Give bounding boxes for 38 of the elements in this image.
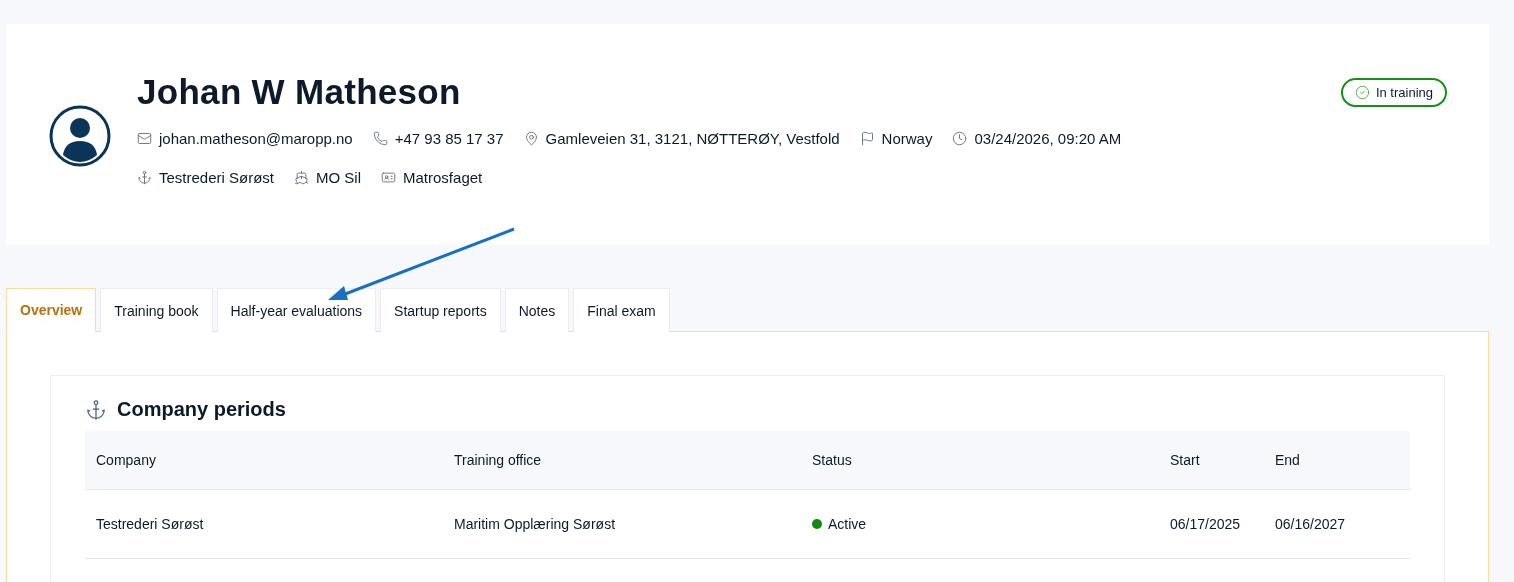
table-cell: Testrederi Sørøst <box>85 490 443 559</box>
ship-icon <box>294 170 310 185</box>
mail-icon <box>137 131 152 146</box>
detail-text: Gamleveien 31, 3121, NØTTERØY, Vestfold <box>545 130 840 147</box>
phone-icon <box>372 131 388 146</box>
column-header: End <box>1264 431 1410 490</box>
person-name: Johan W Matheson <box>137 71 462 113</box>
check-icon <box>1354 85 1370 100</box>
status-text: Active <box>828 516 867 532</box>
detail-text: 03/24/2026, 09:20 AM <box>974 130 1122 147</box>
detail-text: +47 93 85 17 37 <box>394 130 504 147</box>
anchor-icon <box>85 398 107 421</box>
id-card-icon <box>381 170 397 185</box>
status-badge: In training <box>1340 78 1447 107</box>
map-pin-icon <box>523 131 539 146</box>
tab[interactable]: Startup reports <box>380 288 501 332</box>
flag-icon <box>859 131 875 146</box>
affiliation-text: Matrosfaget <box>403 169 483 186</box>
clock-icon <box>952 131 968 146</box>
tab[interactable]: Training book <box>100 288 213 332</box>
tab[interactable]: Half-year evaluations <box>216 288 377 332</box>
column-header: Company <box>85 431 443 490</box>
column-header: Start <box>1159 431 1264 490</box>
column-header: Status <box>801 431 1159 490</box>
affiliation-text: Testrederi Sørøst <box>159 169 275 186</box>
tab[interactable]: Overview <box>6 288 97 332</box>
anchor-icon <box>137 170 152 185</box>
column-header: Training office <box>443 431 801 490</box>
tab[interactable]: Notes <box>504 288 570 332</box>
detail-text: Norway <box>881 130 933 147</box>
tab[interactable]: Final exam <box>573 288 670 332</box>
detail-text: johan.matheson@maropp.no <box>159 130 353 147</box>
table-cell: 06/16/2027 <box>1264 490 1410 559</box>
avatar-icon <box>49 105 111 167</box>
affiliation-text: MO Sil <box>316 169 362 186</box>
table-cell: Maritim Opplæring Sørøst <box>443 490 801 559</box>
table-cell: 06/17/2025 <box>1159 490 1264 559</box>
section-title: Company periods <box>117 398 286 421</box>
